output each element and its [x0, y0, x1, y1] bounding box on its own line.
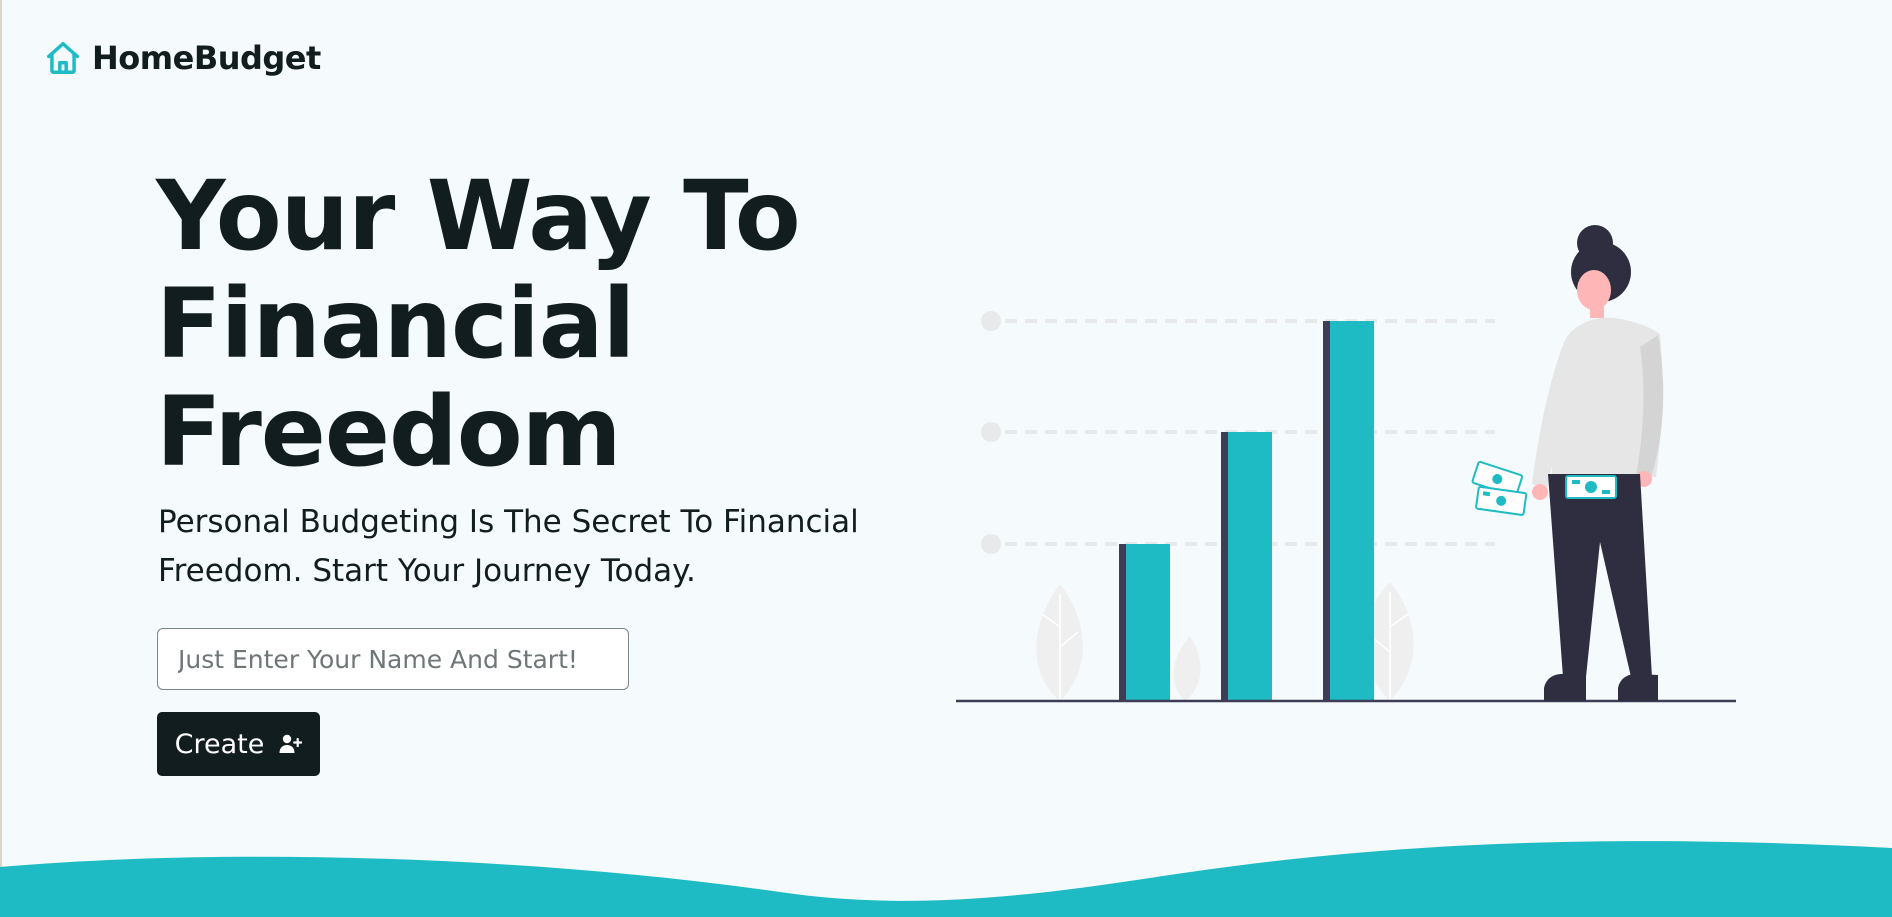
- hero-subtitle: Personal Budgeting Is The Secret To Fina…: [158, 498, 878, 596]
- money-bill-icon: [1565, 475, 1617, 499]
- hero-title: Your Way To Financial Freedom: [156, 162, 856, 486]
- hero-subtitle-line: Freedom. Start Your Journey Today.: [158, 553, 696, 589]
- brand-name: HomeBudget: [92, 39, 321, 77]
- money-bill-icon: [1471, 461, 1528, 516]
- finance-growth-illustration: [956, 225, 1736, 703]
- create-button[interactable]: Create: [157, 712, 320, 776]
- hero-subtitle-line: Personal Budgeting Is The Secret To Fina…: [158, 504, 859, 540]
- hero-title-line: Freedom: [156, 376, 622, 488]
- growth-bars: [1119, 321, 1374, 702]
- create-button-label: Create: [174, 728, 265, 760]
- woman-figure: [1471, 225, 1664, 701]
- hero-title-line: Financial: [156, 268, 635, 380]
- home-icon: [47, 42, 79, 74]
- hero-title-line: Your Way To: [156, 160, 801, 272]
- bottom-wave: [0, 841, 1892, 917]
- page-left-edge: [0, 0, 2, 917]
- user-plus-icon: [279, 734, 303, 753]
- brand-logo-link[interactable]: HomeBudget: [44, 36, 321, 80]
- name-input[interactable]: [157, 628, 629, 690]
